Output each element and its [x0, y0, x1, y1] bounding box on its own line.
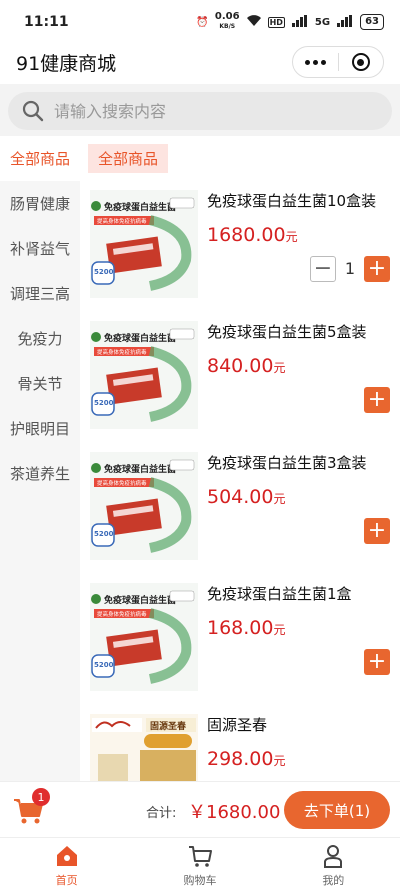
add-to-cart-button[interactable]: +: [364, 256, 390, 282]
product-image[interactable]: 免疫球蛋白益生菌 提高身体免疫抗病毒 5200: [90, 190, 198, 298]
signal-icon: [291, 14, 309, 30]
tab-bar: 首页 购物车 我的: [0, 837, 400, 893]
wifi-icon: [246, 14, 262, 30]
product-card[interactable]: 固源圣春 固源圣春 298.00元: [80, 704, 400, 781]
search-input[interactable]: [54, 101, 378, 121]
target-icon: [351, 53, 370, 71]
product-card[interactable]: 免疫球蛋白益生菌 提高身体免疫抗病毒 5200 免疫球蛋白益生菌5盒装 840.…: [80, 311, 400, 441]
svg-text:固源圣春: 固源圣春: [150, 720, 187, 732]
svg-text:提高身体免疫抗病毒: 提高身体免疫抗病毒: [97, 479, 147, 487]
network-speed: 0.06 KB/S: [214, 11, 240, 31]
svg-text:提高身体免疫抗病毒: 提高身体免疫抗病毒: [97, 610, 147, 618]
category-sidebar: 全部商品 肠胃健康 补肾益气 调理三高 免疫力 骨关节 护眼明目 茶道养生: [0, 136, 80, 781]
total-value: ￥1680.00: [188, 802, 281, 823]
product-price: 1680.00元: [207, 224, 298, 246]
miniapp-capsule: [292, 46, 384, 78]
tab-profile[interactable]: 我的: [267, 838, 400, 893]
product-price: 298.00元: [207, 748, 286, 770]
sidebar-item-stomach[interactable]: 肠胃健康: [0, 181, 80, 226]
status-icons: ⏰ 0.06 KB/S HD 5G 63: [196, 12, 384, 32]
total-label: 合计:: [146, 806, 177, 821]
svg-text:5200: 5200: [94, 399, 114, 407]
sidebar-item-tea[interactable]: 茶道养生: [0, 451, 80, 496]
checkout-button[interactable]: 去下单(1): [284, 791, 390, 829]
product-name: 免疫球蛋白益生菌1盒: [207, 585, 352, 603]
sidebar-item-immunity[interactable]: 免疫力: [0, 316, 80, 361]
battery-indicator: 63: [360, 14, 384, 30]
product-list: 全部商品 免疫球蛋白益生菌 提高身体免疫抗病毒 5200 免疫球蛋白益生菌10盒…: [80, 136, 400, 781]
home-icon: [56, 846, 77, 866]
svg-text:5200: 5200: [94, 661, 114, 669]
product-card[interactable]: 免疫球蛋白益生菌 提高身体免疫抗病毒 5200 免疫球蛋白益生菌1盒 168.0…: [80, 573, 400, 703]
hd-icon: HD: [267, 16, 285, 28]
sidebar-item-three-highs[interactable]: 调理三高: [0, 271, 80, 316]
quantity-value: 1: [344, 259, 356, 278]
svg-text:提高身体免疫抗病毒: 提高身体免疫抗病毒: [97, 348, 147, 356]
status-time: 11:11: [24, 14, 69, 30]
svg-text:5200: 5200: [94, 268, 114, 276]
sidebar-item-all[interactable]: 全部商品: [0, 136, 80, 181]
product-image[interactable]: 免疫球蛋白益生菌 提高身体免疫抗病毒 5200: [90, 583, 198, 691]
more-button[interactable]: [293, 47, 338, 77]
cart-count-badge: 1: [32, 788, 50, 806]
sidebar-item-kidney[interactable]: 补肾益气: [0, 226, 80, 271]
product-card[interactable]: 免疫球蛋白益生菌 提高身体免疫抗病毒 5200 免疫球蛋白益生菌3盒装 504.…: [80, 442, 400, 572]
product-name: 免疫球蛋白益生菌3盒装: [207, 454, 367, 472]
profile-icon: [324, 845, 343, 868]
svg-text:免疫球蛋白益生菌: 免疫球蛋白益生菌: [104, 201, 176, 213]
svg-text:免疫球蛋白益生菌: 免疫球蛋白益生菌: [104, 463, 176, 475]
product-price: 168.00元: [207, 617, 286, 639]
svg-text:免疫球蛋白益生菌: 免疫球蛋白益生菌: [104, 594, 176, 606]
category-tag: 全部商品: [88, 144, 169, 173]
signal-icon-2: [336, 14, 354, 30]
product-name: 免疫球蛋白益生菌5盒装: [207, 323, 367, 341]
tab-home-label: 首页: [55, 874, 78, 887]
product-name: 固源圣春: [207, 716, 268, 734]
close-miniapp-button[interactable]: [339, 47, 384, 77]
add-to-cart-button[interactable]: +: [364, 387, 390, 413]
cart-bar: 1 合计: ￥1680.00 去下单(1): [0, 781, 400, 837]
add-to-cart-button[interactable]: +: [364, 518, 390, 544]
product-card[interactable]: 免疫球蛋白益生菌 提高身体免疫抗病毒 5200 免疫球蛋白益生菌10盒装 168…: [80, 180, 400, 310]
tab-profile-label: 我的: [322, 874, 345, 887]
alarm-icon: ⏰: [196, 16, 209, 28]
app-title: 91健康商城: [16, 52, 117, 75]
tab-cart-label: 购物车: [183, 874, 217, 887]
tab-home[interactable]: 首页: [0, 838, 133, 893]
nav-bar: 91健康商城: [0, 44, 400, 80]
product-image[interactable]: 免疫球蛋白益生菌 提高身体免疫抗病毒 5200: [90, 452, 198, 560]
svg-text:5200: 5200: [94, 530, 114, 538]
product-price: 504.00元: [207, 486, 286, 508]
svg-text:免疫球蛋白益生菌: 免疫球蛋白益生菌: [104, 332, 176, 344]
more-dots-icon: [304, 59, 326, 65]
svg-text:提高身体免疫抗病毒: 提高身体免疫抗病毒: [97, 217, 147, 225]
product-image[interactable]: 固源圣春: [90, 714, 198, 781]
tab-cart[interactable]: 购物车: [133, 838, 266, 893]
decrease-quantity-button[interactable]: −: [310, 256, 336, 282]
network-type: 5G: [314, 16, 331, 28]
product-name: 免疫球蛋白益生菌10盒装: [207, 192, 377, 210]
search-bar: [0, 84, 400, 136]
sidebar-item-joints[interactable]: 骨关节: [0, 361, 80, 406]
sidebar-item-eyes[interactable]: 护眼明目: [0, 406, 80, 451]
product-price: 840.00元: [207, 355, 286, 377]
add-to-cart-button[interactable]: +: [364, 649, 390, 675]
search-box: [8, 92, 392, 130]
product-image[interactable]: 免疫球蛋白益生菌 提高身体免疫抗病毒 5200: [90, 321, 198, 429]
status-bar: 11:11 ⏰ 0.06 KB/S HD 5G 63: [0, 0, 400, 44]
search-icon: [22, 100, 44, 122]
cart-outline-icon: [188, 846, 212, 867]
